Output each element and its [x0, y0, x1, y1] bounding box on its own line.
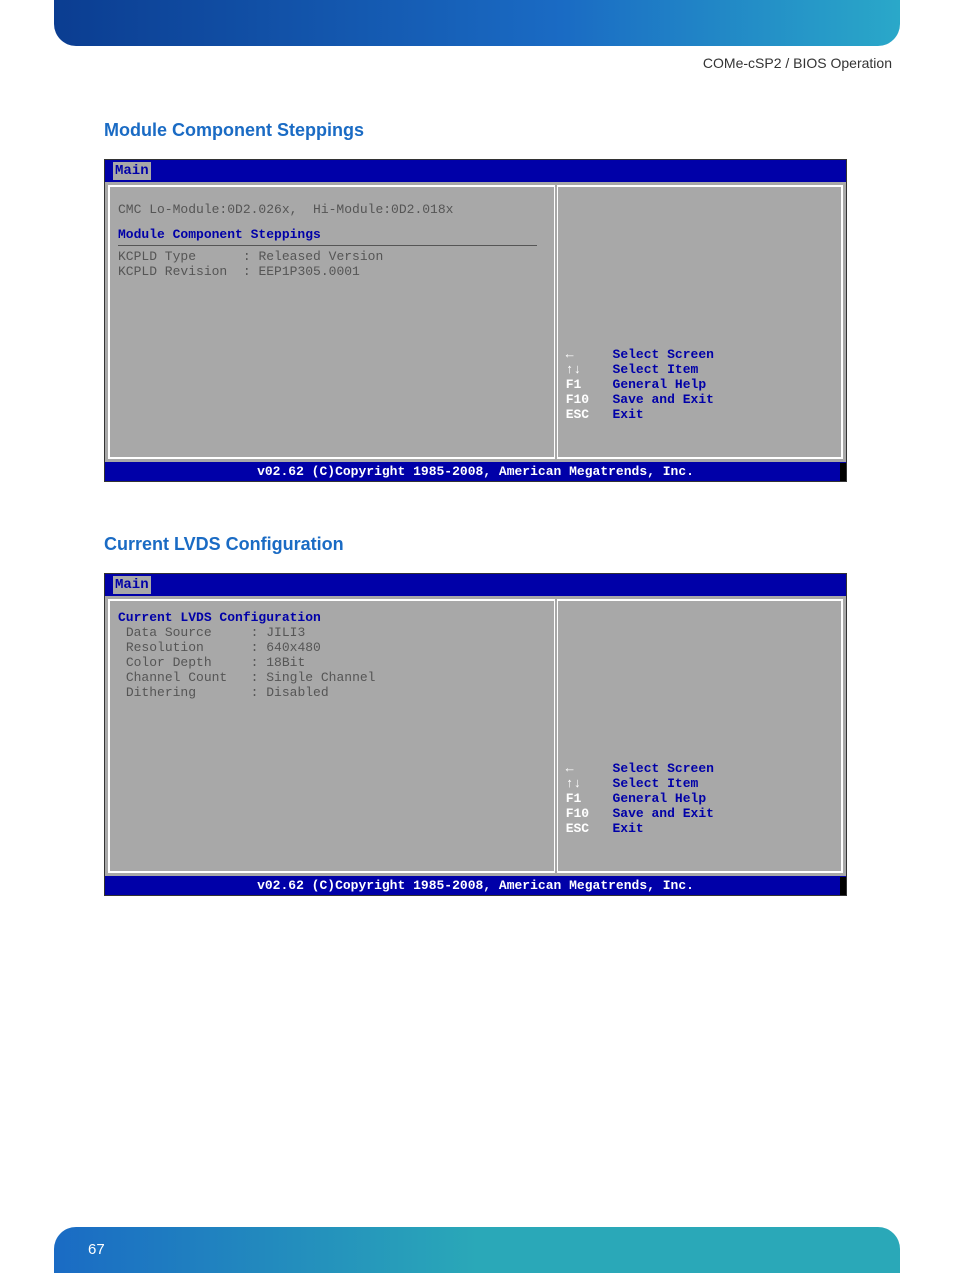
top-banner: [54, 0, 900, 46]
nav-label: Select Screen: [613, 761, 714, 776]
row-label: Color Depth: [126, 655, 212, 670]
bios-nav-help: ← Select Screen ↑↓ Select Item F1 Genera…: [566, 762, 714, 837]
nav-label: Select Screen: [613, 347, 714, 362]
nav-label: Exit: [613, 821, 644, 836]
nav-row: ← Select Screen: [566, 348, 714, 363]
page-footer: 67: [54, 1227, 900, 1273]
page-content: Module Component Steppings Main CMC Lo-M…: [104, 120, 852, 948]
nav-key: ↑↓: [566, 362, 582, 377]
nav-key: ↑↓: [566, 776, 582, 791]
nav-row: ESC Exit: [566, 408, 714, 423]
bios-row: Color Depth : 18Bit: [118, 656, 546, 671]
row-value: 18Bit: [266, 655, 305, 670]
nav-row: F10 Save and Exit: [566, 807, 714, 822]
bios-right-panel: ← Select Screen ↑↓ Select Item F1 Genera…: [557, 185, 843, 459]
bios-menubar: Main: [105, 574, 846, 596]
bios-row: Dithering : Disabled: [118, 686, 546, 701]
nav-row: ↑↓ Select Item: [566, 777, 714, 792]
nav-row: ← Select Screen: [566, 762, 714, 777]
nav-label: General Help: [613, 791, 707, 806]
row-label: KCPLD Revision: [118, 264, 227, 279]
bios-left-panel: CMC Lo-Module:0D2.026x, Hi-Module:0D2.01…: [108, 185, 555, 459]
bios-row: Resolution : 640x480: [118, 641, 546, 656]
row-value: 640x480: [266, 640, 321, 655]
edge-mark: [840, 877, 846, 895]
bios-subheading: Current LVDS Configuration: [118, 611, 546, 626]
nav-row: F10 Save and Exit: [566, 393, 714, 408]
nav-key: ←: [566, 347, 574, 362]
nav-label: General Help: [613, 377, 707, 392]
nav-row: ESC Exit: [566, 822, 714, 837]
bios-footer: v02.62 (C)Copyright 1985-2008, American …: [105, 876, 846, 895]
bios-body: Current LVDS Configuration Data Source :…: [105, 596, 846, 876]
bios-tab-main[interactable]: Main: [113, 162, 151, 180]
row-value: EEP1P305.0001: [258, 264, 359, 279]
nav-row: ↑↓ Select Item: [566, 363, 714, 378]
row-label: Dithering: [126, 685, 196, 700]
nav-label: Save and Exit: [613, 392, 714, 407]
bios-menubar: Main: [105, 160, 846, 182]
divider: [118, 245, 537, 246]
row-value: Released Version: [258, 249, 383, 264]
row-label: Data Source: [126, 625, 212, 640]
bios-left-panel: Current LVDS Configuration Data Source :…: [108, 599, 555, 873]
row-value: JILI3: [266, 625, 305, 640]
nav-key: F10: [566, 392, 589, 407]
bios-row: KCPLD Type : Released Version: [118, 250, 546, 265]
bios-tab-main[interactable]: Main: [113, 576, 151, 594]
nav-label: Exit: [613, 407, 644, 422]
nav-label: Save and Exit: [613, 806, 714, 821]
nav-key: ESC: [566, 821, 589, 836]
row-label: Channel Count: [126, 670, 227, 685]
row-value: Disabled: [266, 685, 328, 700]
bios-row: Data Source : JILI3: [118, 626, 546, 641]
nav-label: Select Item: [613, 776, 699, 791]
bios-footer: v02.62 (C)Copyright 1985-2008, American …: [105, 462, 846, 481]
nav-key: ←: [566, 761, 574, 776]
section-title-steppings: Module Component Steppings: [104, 120, 852, 141]
edge-mark: [840, 463, 846, 481]
bios-right-panel: ← Select Screen ↑↓ Select Item F1 Genera…: [557, 599, 843, 873]
nav-row: F1 General Help: [566, 378, 714, 393]
bios-screen-steppings: Main CMC Lo-Module:0D2.026x, Hi-Module:0…: [104, 159, 847, 482]
bios-nav-help: ← Select Screen ↑↓ Select Item F1 Genera…: [566, 348, 714, 423]
bios-subheading: Module Component Steppings: [118, 228, 546, 243]
bios-screen-lvds: Main Current LVDS Configuration Data Sou…: [104, 573, 847, 896]
nav-row: F1 General Help: [566, 792, 714, 807]
nav-key: F10: [566, 806, 589, 821]
row-value: Single Channel: [266, 670, 375, 685]
section-title-lvds: Current LVDS Configuration: [104, 534, 852, 555]
row-label: KCPLD Type: [118, 249, 196, 264]
cmc-module-line: CMC Lo-Module:0D2.026x, Hi-Module:0D2.01…: [118, 203, 546, 218]
nav-key: F1: [566, 377, 582, 392]
bios-row: KCPLD Revision : EEP1P305.0001: [118, 265, 546, 280]
page-number: 67: [88, 1241, 105, 1258]
row-label: Resolution: [126, 640, 204, 655]
nav-key: ESC: [566, 407, 589, 422]
nav-key: F1: [566, 791, 582, 806]
bios-row: Channel Count : Single Channel: [118, 671, 546, 686]
bios-body: CMC Lo-Module:0D2.026x, Hi-Module:0D2.01…: [105, 182, 846, 462]
nav-label: Select Item: [613, 362, 699, 377]
breadcrumb: COMe-cSP2 / BIOS Operation: [703, 55, 892, 71]
